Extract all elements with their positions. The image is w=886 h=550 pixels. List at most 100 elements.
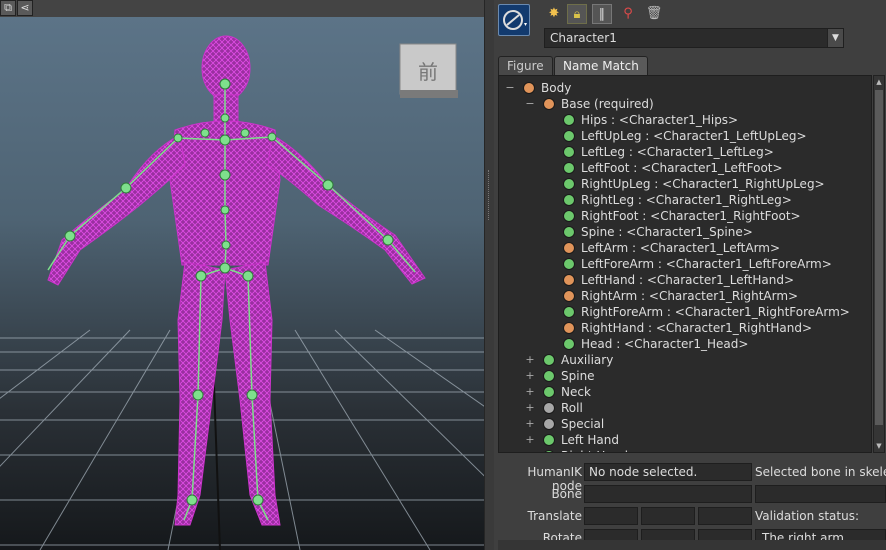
tree-item[interactable]: LeftArm : <Character1_LeftArm> <box>499 240 871 256</box>
tree-item[interactable]: + Left Hand <box>499 432 871 448</box>
status-dot-icon <box>563 114 575 126</box>
tree-item-label: Spine : <Character1_Spine> <box>581 225 753 239</box>
panel-hscrollbar[interactable] <box>498 540 886 550</box>
humanik-logo-icon[interactable] <box>498 4 530 36</box>
status-dot-icon <box>563 226 575 238</box>
status-dot-icon <box>563 130 575 142</box>
lock-icon[interactable]: 🔒︎ <box>567 4 587 24</box>
status-dot-icon <box>563 274 575 286</box>
expand-icon[interactable]: + <box>525 352 535 368</box>
tree-item[interactable]: RightUpLeg : <Character1_RightUpLeg> <box>499 176 871 192</box>
translate-y-field[interactable] <box>641 507 695 525</box>
selected-bone-label: Selected bone in skeleton <box>755 465 886 479</box>
view-cube-label: 前 <box>418 60 438 84</box>
expand-icon[interactable]: + <box>525 432 535 448</box>
status-dot-icon <box>563 146 575 158</box>
tree-item[interactable]: Hips : <Character1_Hips> <box>499 112 871 128</box>
tree-item[interactable]: RightLeg : <Character1_RightLeg> <box>499 192 871 208</box>
status-dot-icon <box>563 290 575 302</box>
scroll-up-icon: ▲ <box>876 78 882 86</box>
expand-icon[interactable]: + <box>525 416 535 432</box>
tree-item[interactable]: − Base (required) <box>499 96 871 112</box>
status-dot-icon <box>543 98 555 110</box>
expand-icon[interactable]: + <box>525 448 535 452</box>
tree-item-label: Left Hand <box>561 433 619 447</box>
status-dot-icon <box>563 258 575 270</box>
tree-item-label: RightLeg : <Character1_RightLeg> <box>581 193 792 207</box>
tree-item-label: LeftHand : <Character1_LeftHand> <box>581 273 795 287</box>
tree-item-label: Neck <box>561 385 591 399</box>
3d-viewport[interactable]: ⧉ ⋖ 前 <box>0 0 484 550</box>
tree-item[interactable]: − Body <box>499 80 871 96</box>
tree-item[interactable]: RightArm : <Character1_RightArm> <box>499 288 871 304</box>
bone-field[interactable] <box>584 485 752 503</box>
tab-name-match[interactable]: Name Match <box>554 56 648 75</box>
pin-tool-icon[interactable]: ⚲ <box>618 4 638 24</box>
tab-figure[interactable]: Figure <box>498 56 553 75</box>
status-dot-icon <box>563 194 575 206</box>
skeleton-icon[interactable]: ∥ <box>592 4 612 24</box>
tree-item-label: RightForeArm : <Character1_RightForeArm> <box>581 305 850 319</box>
tree-item[interactable]: LeftFoot : <Character1_LeftFoot> <box>499 160 871 176</box>
tree-item-label: LeftFoot : <Character1_LeftFoot> <box>581 161 783 175</box>
tree-item[interactable]: RightHand : <Character1_RightHand> <box>499 320 871 336</box>
name-match-tree: − Body − Base (required) Hips : <Character1_… <box>498 75 872 453</box>
collapse-icon[interactable]: − <box>505 80 515 96</box>
tree-item[interactable]: Head : <Character1_Head> <box>499 336 871 352</box>
star-icon[interactable]: ✸ <box>544 4 564 24</box>
tree-item[interactable]: LeftLeg : <Character1_LeftLeg> <box>499 144 871 160</box>
tree-item[interactable]: LeftHand : <Character1_LeftHand> <box>499 272 871 288</box>
tree-item[interactable]: + Spine <box>499 368 871 384</box>
tree-item[interactable]: RightForeArm : <Character1_RightForeArm> <box>499 304 871 320</box>
trash-icon[interactable]: 🗑︎ <box>644 4 664 24</box>
tree-item[interactable]: + Right Hand <box>499 448 871 452</box>
character-scene <box>0 35 484 550</box>
tree-item-label: Base (required) <box>561 97 654 111</box>
tree-item-label: RightHand : <Character1_RightHand> <box>581 321 813 335</box>
scroll-down-icon: ▼ <box>876 442 882 450</box>
status-dot-icon <box>523 82 535 94</box>
chevron-down-icon: ▼ <box>827 29 843 47</box>
expand-icon[interactable]: + <box>525 384 535 400</box>
character-dropdown[interactable]: Character1 ▼ <box>544 28 844 48</box>
status-dot-icon <box>563 306 575 318</box>
status-dot-icon <box>543 450 555 452</box>
humanik-node-field[interactable]: No node selected. <box>584 463 752 481</box>
tree-item-label: RightArm : <Character1_RightArm> <box>581 289 799 303</box>
collapse-icon[interactable]: − <box>525 96 535 112</box>
humanik-panel: ✸ 🔒︎ ∥ ⚲ 🗑︎ Character1 ▼ Figure Name Mat… <box>494 0 886 550</box>
bone-label: Bone <box>551 487 582 501</box>
tree-item-label: Head : <Character1_Head> <box>581 337 749 351</box>
tree-item[interactable]: RightFoot : <Character1_RightFoot> <box>499 208 871 224</box>
status-dot-icon <box>543 418 555 430</box>
tree-item[interactable]: Spine : <Character1_Spine> <box>499 224 871 240</box>
tree-item-label: RightFoot : <Character1_RightFoot> <box>581 209 801 223</box>
status-dot-icon <box>543 434 555 446</box>
status-dot-icon <box>563 242 575 254</box>
translate-x-field[interactable] <box>584 507 638 525</box>
tree-item[interactable]: + Neck <box>499 384 871 400</box>
character-mesh <box>47 35 426 526</box>
tree-item[interactable]: + Special <box>499 416 871 432</box>
translate-z-field[interactable] <box>698 507 752 525</box>
panel-splitter[interactable] <box>484 0 494 550</box>
tree-item[interactable]: LeftUpLeg : <Character1_LeftUpLeg> <box>499 128 871 144</box>
selected-bone-field[interactable] <box>755 485 886 503</box>
expand-icon[interactable]: + <box>525 368 535 384</box>
tree-scrollbar[interactable]: ▲ ▼ <box>873 75 885 453</box>
tree-item[interactable]: + Auxiliary <box>499 352 871 368</box>
tree-item-label: LeftForeArm : <Character1_LeftForeArm> <box>581 257 832 271</box>
status-dot-icon <box>543 354 555 366</box>
tree-item[interactable]: LeftForeArm : <Character1_LeftForeArm> <box>499 256 871 272</box>
translate-label: Translate <box>527 509 583 523</box>
tree-item-label: Hips : <Character1_Hips> <box>581 113 739 127</box>
tree-item-label: RightUpLeg : <Character1_RightUpLeg> <box>581 177 825 191</box>
status-dot-icon <box>563 210 575 222</box>
tree-item-label: Body <box>541 81 572 95</box>
tree-item-label: LeftArm : <Character1_LeftArm> <box>581 241 781 255</box>
expand-icon[interactable]: + <box>525 400 535 416</box>
tree-item[interactable]: + Roll <box>499 400 871 416</box>
tree-item-label: Right Hand <box>561 448 628 452</box>
tree-item-label: Roll <box>561 401 583 415</box>
character-dropdown-value: Character1 <box>550 31 617 45</box>
